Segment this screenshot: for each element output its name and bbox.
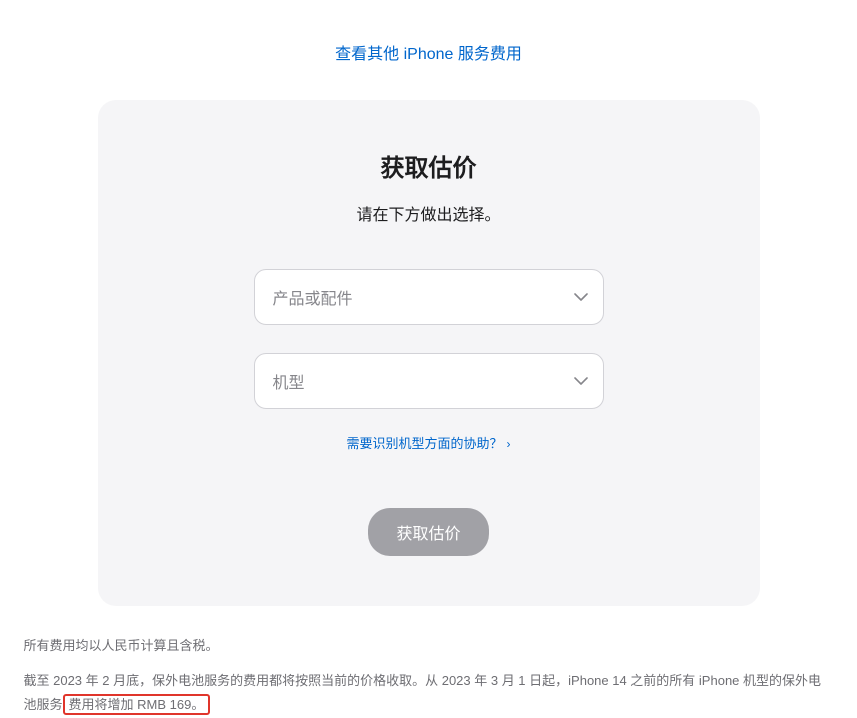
- estimate-card: 获取估价 请在下方做出选择。 产品或配件 机型 需要识别机型方面的协助？ › 获取…: [98, 100, 760, 606]
- footnote-line-1: 所有费用均以人民币计算且含税。: [24, 634, 834, 659]
- chevron-right-icon: ›: [507, 437, 511, 451]
- help-link-text: 需要识别机型方面的协助？: [346, 436, 502, 451]
- model-select[interactable]: 机型: [254, 353, 604, 409]
- footnotes: 所有费用均以人民币计算且含税。 截至 2023 年 2 月底，保外电池服务的费用…: [14, 634, 844, 718]
- get-estimate-button[interactable]: 获取估价: [368, 508, 488, 556]
- card-title: 获取估价: [158, 148, 700, 183]
- card-subtitle: 请在下方做出选择。: [158, 201, 700, 225]
- identify-model-help-link[interactable]: 需要识别机型方面的协助？ ›: [346, 436, 510, 451]
- price-increase-highlight: 费用将增加 RMB 169。: [63, 694, 211, 715]
- view-other-iphone-fees-link[interactable]: 查看其他 iPhone 服务费用: [335, 46, 522, 63]
- product-or-accessory-select[interactable]: 产品或配件: [254, 269, 604, 325]
- footnote-line-2: 截至 2023 年 2 月底，保外电池服务的费用都将按照当前的价格收取。从 20…: [24, 669, 834, 718]
